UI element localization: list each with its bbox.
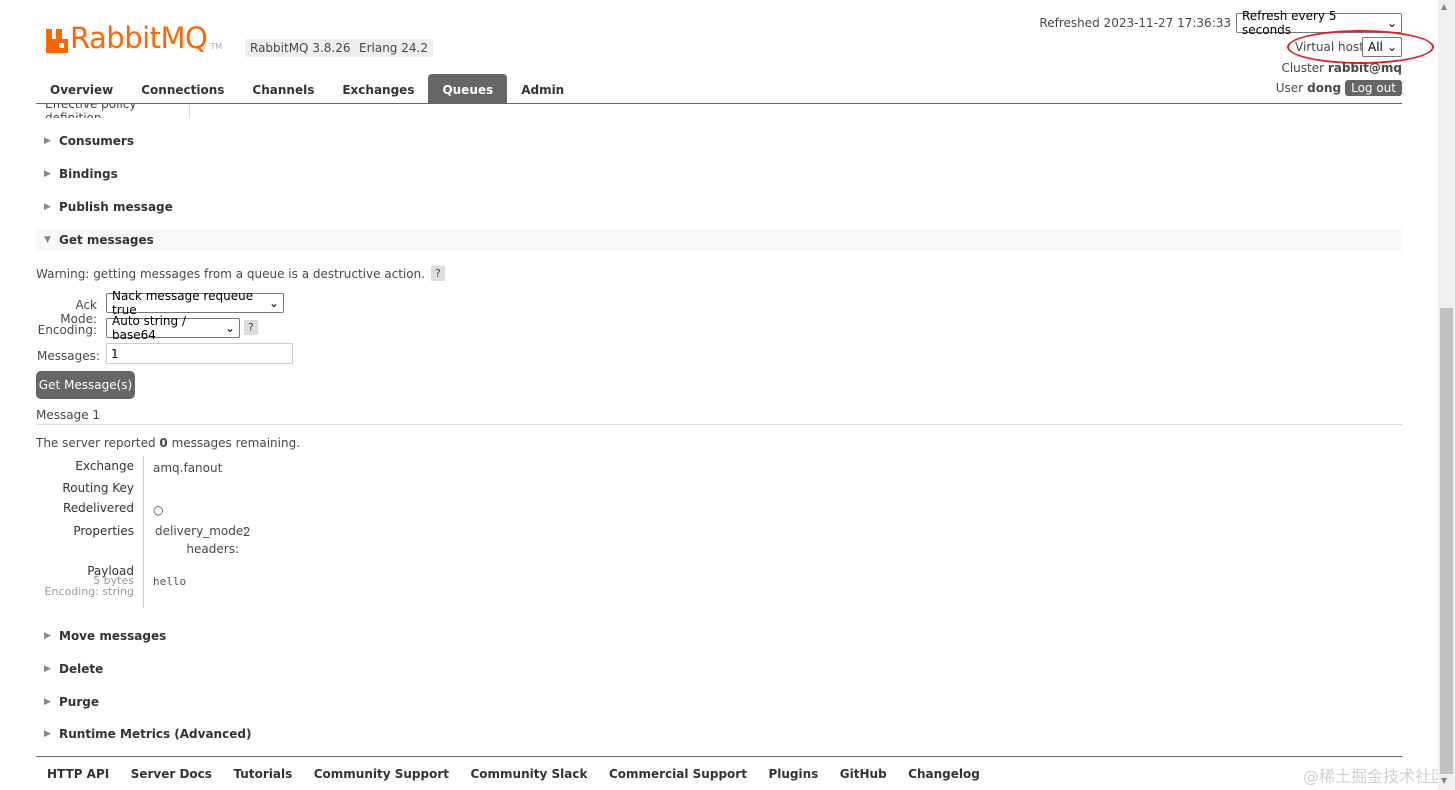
encoding-value: Auto string / base64 — [112, 314, 186, 342]
redelivered-value: ○ — [153, 503, 164, 517]
report-suffix: messages remaining. — [171, 436, 301, 450]
section-title: Move messages — [59, 629, 167, 643]
ack-mode-select[interactable]: Nack message requeue true ⌄ — [106, 289, 284, 317]
headers-label: headers: — [186, 542, 239, 556]
footer-link-changelog[interactable]: Changelog — [908, 767, 980, 781]
rabbitmq-logo[interactable]: RabbitMQ TM — [46, 24, 222, 53]
section-delete[interactable]: ▶ Delete — [36, 658, 1402, 680]
exchange-label: Exchange — [75, 459, 134, 473]
section-publish-message[interactable]: ▶ Publish message — [36, 196, 1402, 218]
server-report: The server reported 0 messages remaining… — [36, 436, 300, 450]
ack-mode-value: Nack message requeue true — [112, 289, 254, 317]
encoding-select[interactable]: Auto string / base64 ⌄ — [106, 314, 240, 342]
report-count: 0 — [159, 436, 168, 450]
section-title: Delete — [59, 662, 104, 676]
payload-encoding: Encoding: string — [44, 585, 134, 598]
erlang-badge: Erlang 24.2 — [354, 39, 433, 57]
chevron-right-icon: ▶ — [44, 136, 51, 146]
footer-link-commercial-support[interactable]: Commercial Support — [609, 767, 747, 781]
delivery-mode-label: delivery_mode: — [155, 524, 248, 538]
routing-key-label: Routing Key — [62, 481, 134, 495]
section-purge[interactable]: ▶ Purge — [36, 691, 1402, 713]
refresh-interval-select[interactable]: Refresh every 5 seconds ⌄ — [1236, 9, 1402, 37]
payload-value: hello — [153, 575, 187, 588]
tab-queues[interactable]: Queues — [428, 74, 508, 103]
footer-link-community-support[interactable]: Community Support — [314, 767, 449, 781]
destructive-warning: Warning: getting messages from a queue i… — [36, 266, 445, 281]
section-bindings[interactable]: ▶ Bindings — [36, 163, 1402, 185]
watermark: @稀土掘金技术社区 — [1302, 767, 1447, 786]
chevron-down-icon: ⌄ — [268, 296, 279, 310]
tab-connections[interactable]: Connections — [127, 74, 238, 103]
properties-label: Properties — [73, 524, 134, 538]
help-icon[interactable]: ? — [431, 266, 445, 281]
cluster-info: Cluster rabbit@mq — [1281, 61, 1402, 75]
section-title: Publish message — [59, 200, 173, 214]
redelivered-label: Redelivered — [62, 501, 134, 515]
footer-links: HTTP API Server Docs Tutorials Community… — [36, 756, 1402, 790]
chevron-right-icon: ▶ — [44, 664, 51, 674]
main-tabs: Overview Connections Channels Exchanges … — [36, 74, 1402, 104]
footer-link-community-slack[interactable]: Community Slack — [470, 767, 587, 781]
chevron-down-icon: ▼ — [44, 235, 51, 245]
footer-link-plugins[interactable]: Plugins — [768, 767, 818, 781]
section-title: Purge — [59, 695, 99, 709]
version-badge: RabbitMQ 3.8.26 — [245, 39, 356, 57]
message-title: Message 1 — [36, 408, 1402, 425]
chevron-down-icon: ⌄ — [1386, 40, 1397, 54]
footer-link-tutorials[interactable]: Tutorials — [233, 767, 292, 781]
footer-link-github[interactable]: GitHub — [840, 767, 887, 781]
tab-exchanges[interactable]: Exchanges — [328, 74, 428, 103]
section-move-messages[interactable]: ▶ Move messages — [36, 625, 1402, 647]
exchange-value: amq.fanout — [153, 461, 223, 475]
divider — [143, 456, 144, 608]
footer-link-http-api[interactable]: HTTP API — [47, 767, 109, 781]
messages-count-input[interactable] — [106, 343, 293, 364]
section-title: Runtime Metrics (Advanced) — [59, 727, 252, 741]
chevron-right-icon: ▶ — [44, 169, 51, 179]
get-messages-button[interactable]: Get Message(s) — [36, 371, 135, 399]
scroll-down-icon[interactable]: ▼ — [1441, 776, 1447, 785]
footer-link-server-docs[interactable]: Server Docs — [131, 767, 212, 781]
delivery-mode-value: 2 — [243, 525, 251, 539]
tab-overview[interactable]: Overview — [36, 74, 127, 103]
section-title: Bindings — [59, 167, 118, 181]
scroll-up-icon[interactable]: ▲ — [1441, 2, 1447, 11]
section-get-messages[interactable]: ▼ Get messages — [36, 229, 1402, 251]
refreshed-timestamp: Refreshed 2023-11-27 17:36:33 — [1039, 16, 1231, 30]
chevron-down-icon: ⌄ — [224, 321, 235, 335]
virtual-host-select[interactable]: All ⌄ — [1362, 37, 1402, 57]
logo-text: RabbitMQ — [70, 21, 208, 55]
chevron-right-icon: ▶ — [44, 631, 51, 641]
warning-text: Warning: getting messages from a queue i… — [36, 266, 426, 281]
section-consumers[interactable]: ▶ Consumers — [36, 130, 1402, 152]
section-title: Get messages — [59, 233, 154, 247]
help-icon[interactable]: ? — [244, 320, 258, 335]
report-prefix: The server reported — [36, 436, 156, 450]
section-runtime-metrics[interactable]: ▶ Runtime Metrics (Advanced) — [36, 723, 1402, 745]
virtual-host-label: Virtual host — [1295, 40, 1364, 54]
chevron-right-icon: ▶ — [44, 202, 51, 212]
chevron-down-icon: ⌄ — [1386, 16, 1397, 30]
messages-label: Messages: — [37, 349, 100, 363]
refresh-interval-value: Refresh every 5 seconds — [1242, 9, 1337, 37]
cluster-label: Cluster — [1281, 61, 1325, 75]
logo-trademark: TM — [210, 42, 223, 51]
effective-policy-row: Effective policy definition — [45, 104, 190, 118]
scrollbar-thumb[interactable] — [1440, 308, 1453, 774]
tab-channels[interactable]: Channels — [238, 74, 328, 103]
effective-policy-label: Effective policy definition — [45, 104, 137, 118]
tab-admin[interactable]: Admin — [507, 74, 578, 103]
chevron-right-icon: ▶ — [44, 729, 51, 739]
rabbitmq-logo-icon — [46, 29, 68, 53]
ack-mode-label: Ack Mode: — [60, 298, 97, 326]
virtual-host-value: All — [1368, 40, 1383, 54]
encoding-label: Encoding: — [37, 323, 97, 337]
section-title: Consumers — [59, 134, 134, 148]
chevron-right-icon: ▶ — [44, 697, 51, 707]
cluster-name: rabbit@mq — [1327, 61, 1402, 75]
